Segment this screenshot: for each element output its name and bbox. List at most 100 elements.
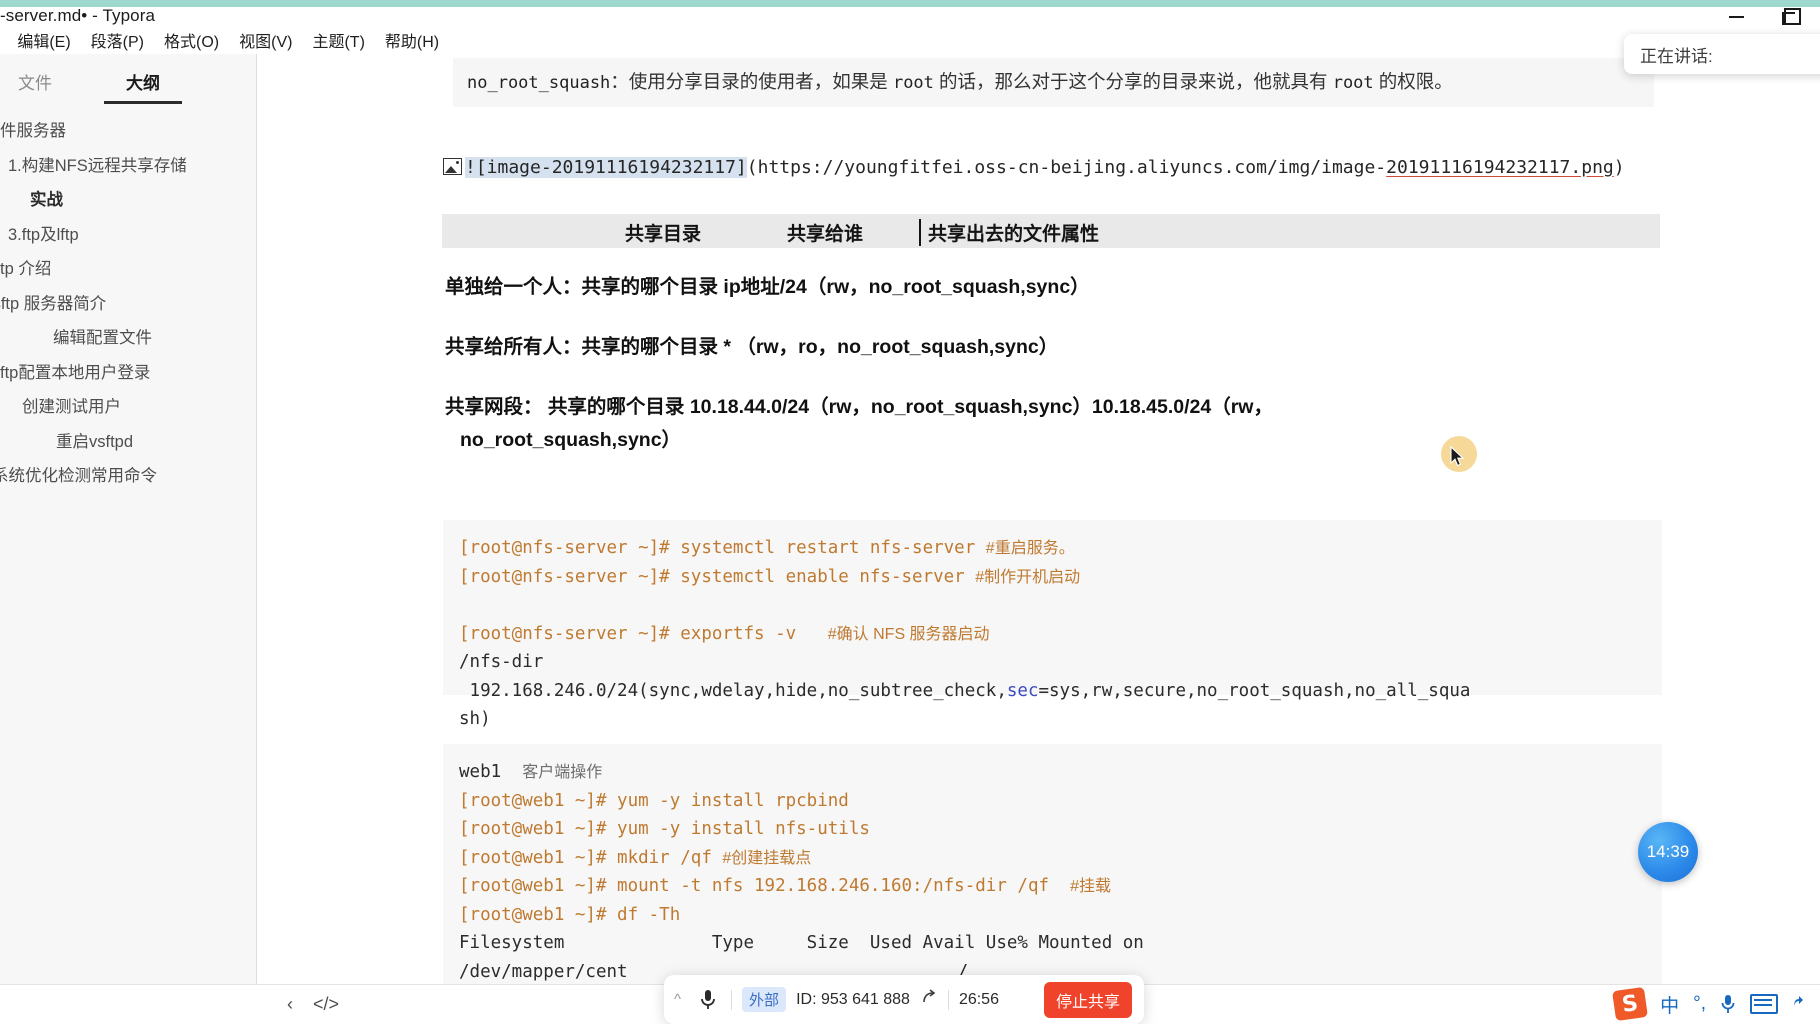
diagram-row-subnet-cont: no_root_squash,sync）: [460, 429, 682, 451]
external-badge: 外部: [742, 987, 787, 1012]
floating-clock-bubble[interactable]: 14:39: [1638, 822, 1698, 882]
ime-punctuation-button[interactable]: °,: [1693, 993, 1706, 1015]
code-line-7: sh): [459, 709, 491, 730]
code2-line-8: /dev/mapper/cent: [459, 961, 628, 982]
outline-item-0[interactable]: 件服务器: [0, 114, 256, 149]
code-line-2: [root@nfs-server ~]# systemctl enable nf…: [459, 566, 976, 587]
meeting-timer: 26:56: [958, 990, 999, 1008]
image-url-id-2: 232117.png: [1505, 157, 1614, 178]
diagram-row-single-user: 单独给一个人：共享的哪个目录 ip地址/24（rw，no_root_squash…: [445, 276, 1090, 298]
ime-mode-button[interactable]: 中: [1660, 991, 1679, 1018]
stop-share-button[interactable]: 停止共享: [1043, 981, 1132, 1018]
code2-line-1: web1: [459, 762, 523, 782]
code2-comment-5: #挂载: [1070, 878, 1111, 896]
outline-item-3[interactable]: 3.ftp及lftp: [0, 218, 256, 253]
window-title: -server.md• - Typora: [0, 6, 156, 25]
outline-item-5[interactable]: /sftp 服务器简介: [0, 287, 256, 322]
code-keyword-sec: sec: [1006, 680, 1039, 701]
menubar: ) 编辑(E) 段落(P) 格式(O) 视图(V) 主题(T) 帮助(H): [0, 26, 1820, 54]
inline-code-root-1: root: [892, 73, 934, 93]
inline-code-no-root-squash: no_root_squash: [467, 73, 611, 93]
code-line-1: [root@nfs-server ~]# systemctl restart n…: [459, 538, 986, 558]
sidebar-tabs: 文件 大纲: [0, 54, 256, 104]
outline-item-9[interactable]: 重启vsftpd: [0, 425, 256, 460]
code-line-4: [root@nfs-server ~]# exportfs -v: [459, 623, 828, 644]
code-comment-4: #确认 NFS 服务器启动: [827, 625, 990, 643]
menu-item-edit[interactable]: 编辑(E): [7, 26, 80, 54]
code2-line-6: [root@web1 ~]# df -Th: [459, 904, 681, 925]
code-comment-2: #制作开机启动: [975, 568, 1081, 586]
restore-icon: [1781, 8, 1801, 25]
note-paragraph: no_root_squash：使用分享目录的使用者，如果是 root 的话，那么…: [453, 58, 1654, 107]
note-text-2: 的话，那么对于这个分享的目录来说，他就具有: [933, 71, 1333, 92]
speaking-indicator-panel: 正在讲话:: [1624, 34, 1820, 74]
menu-item-help[interactable]: 帮助(H): [375, 26, 449, 54]
ime-keyboard-icon[interactable]: [1750, 994, 1778, 1014]
microphone-icon[interactable]: [695, 988, 721, 1012]
code2-line-2: [root@web1 ~]# yum -y install rpcbind: [459, 790, 849, 811]
tab-outline[interactable]: 大纲: [104, 69, 182, 104]
image-markdown-line[interactable]: ![image-20191116194232117](https://young…: [443, 154, 1663, 182]
inline-code-root-2: root: [1332, 73, 1374, 93]
outline-list: 件服务器 1.构建NFS远程共享存储 实战 3.ftp及lftp tp 介绍 /…: [0, 104, 256, 494]
sogou-logo-icon[interactable]: S: [1612, 986, 1649, 1022]
diagram-row-all-users: 共享给所有人：共享的哪个目录 * （rw，ro，no_root_squash,s…: [445, 336, 1059, 358]
code2-comment-4: #创建挂载点: [722, 849, 812, 867]
ime-voice-icon[interactable]: [1720, 994, 1736, 1014]
share-arrow-icon[interactable]: [920, 988, 938, 1011]
outline-item-2[interactable]: 实战: [0, 183, 256, 218]
code-line-6: 192.168.246.0/24(sync,wdelay,hide,no_sub…: [459, 680, 1007, 701]
menu-item-file[interactable]: ): [0, 29, 7, 51]
menu-item-paragraph[interactable]: 段落(P): [81, 26, 154, 54]
image-url-id-1: 20191116194: [1386, 157, 1506, 178]
tab-files[interactable]: 文件: [18, 69, 52, 104]
toolbar-divider-2: [947, 989, 949, 1010]
outline-item-8[interactable]: 创建测试用户: [0, 390, 256, 425]
diagram-header-row: 共享目录 共享给谁 共享出去的文件属性: [442, 214, 1660, 248]
embedded-nfs-diagram: 共享目录 共享给谁 共享出去的文件属性 单独给一个人：共享的哪个目录 ip地址/…: [442, 214, 1660, 452]
code2-line-4: [root@web1 ~]# mkdir /qf: [459, 847, 723, 868]
diagram-header-file-attrs: 共享出去的文件属性: [919, 219, 1099, 246]
chevron-left-icon[interactable]: ‹: [272, 987, 308, 1023]
note-text-1: ：使用分享目录的使用者，如果是: [610, 71, 893, 92]
minimize-icon: [1728, 15, 1744, 18]
menu-item-theme[interactable]: 主题(T): [302, 26, 374, 54]
code2-line-3: [root@web1 ~]# yum -y install nfs-utils: [459, 819, 870, 840]
titlebar-accent-strip: [0, 0, 1820, 7]
code-comment-1: #重启服务。: [985, 540, 1075, 557]
chevron-up-icon[interactable]: ^: [670, 991, 685, 1008]
outline-item-4[interactable]: tp 介绍: [0, 252, 256, 287]
toolbar-divider-1: [731, 989, 733, 1010]
diagram-header-share-to: 共享给谁: [787, 224, 864, 245]
ime-toolbar: S 中 °,: [1612, 984, 1820, 1024]
outline-item-7[interactable]: ftp配置本地用户登录: [0, 356, 256, 391]
outline-item-6[interactable]: 编辑配置文件: [0, 321, 256, 356]
image-icon: [443, 158, 462, 175]
meeting-toolbar: ^ 外部 ID: 953 641 888 26:56 停止共享: [664, 975, 1144, 1024]
ime-tools-icon[interactable]: [1792, 995, 1806, 1013]
code2-line-5: [root@web1 ~]# mount -t nfs 192.168.246.…: [459, 876, 1071, 897]
outline-item-1[interactable]: 1.构建NFS远程共享存储: [0, 149, 256, 184]
menu-item-view[interactable]: 视图(V): [229, 26, 302, 54]
note-text-3: 的权限。: [1373, 71, 1453, 92]
editor-pane[interactable]: no_root_squash：使用分享目录的使用者，如果是 root 的话，那么…: [257, 54, 1820, 984]
sidebar: 文件 大纲 件服务器 1.构建NFS远程共享存储 实战 3.ftp及lftp t…: [0, 54, 257, 984]
typora-window: -server.md• - Typora ) 编辑(E) 段落(P) 格式(O)…: [0, 0, 1820, 1024]
outline-item-10[interactable]: 系统优化检测常用命令: [0, 459, 256, 494]
image-url-prefix: (https://youngfitfei.oss-cn-beijing.aliy…: [746, 157, 1387, 178]
sidebar-footer: [0, 984, 256, 1024]
menu-item-format[interactable]: 格式(O): [154, 26, 229, 54]
code-line-5: /nfs-dir: [459, 652, 544, 673]
code-block-web1-client[interactable]: web1 客户端操作 [root@web1 ~]# yum -y install…: [443, 744, 1662, 984]
diagram-header-share-dir: 共享目录: [625, 224, 702, 245]
clock-time: 14:39: [1646, 842, 1690, 861]
code-line-6-tail: =sys,rw,secure,no_root_squash,no_all_squ…: [1038, 680, 1471, 701]
image-alt-text: ![image-20191116194232117]: [465, 157, 747, 178]
image-url-close: ): [1613, 157, 1625, 178]
code-block-nfs-server[interactable]: [root@nfs-server ~]# systemctl restart n…: [443, 520, 1662, 729]
meeting-id-label: ID: 953 641 888: [796, 990, 910, 1008]
code2-line-7: Filesystem Type Size Used Avail Use% Mou…: [459, 933, 1144, 954]
code2-comment-1: 客户端操作: [522, 764, 603, 781]
speaking-label: 正在讲话:: [1640, 46, 1713, 66]
source-code-icon[interactable]: </>: [308, 987, 344, 1023]
